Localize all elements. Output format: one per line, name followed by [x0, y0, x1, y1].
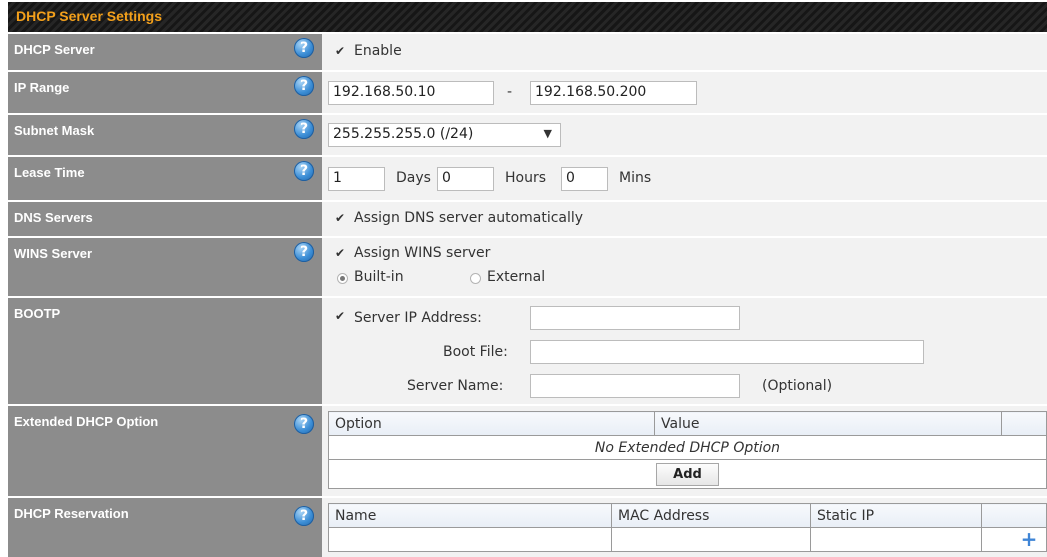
row-dhcp-server: DHCP Server ? ✔ Enable — [8, 32, 1047, 70]
help-icon[interactable]: ? — [294, 161, 314, 181]
dns-servers-label: DNS Servers — [14, 210, 93, 225]
add-extended-option-button[interactable]: Add — [656, 462, 719, 486]
subnet-mask-select[interactable]: 255.255.255.0 (/24) ▼ — [328, 123, 561, 147]
row-dns-servers: DNS Servers ✔ Assign DNS server automati… — [8, 200, 1047, 236]
lease-mins-input[interactable]: 0 — [561, 167, 608, 191]
lease-time-label: Lease Time — [14, 165, 85, 180]
dhcp-settings-panel: DHCP Server Settings DHCP Server ? ✔ Ena… — [8, 2, 1047, 557]
row-dhcp-reservation: DHCP Reservation ? Name MAC Address Stat… — [8, 496, 1047, 557]
wins-assign-checkbox[interactable]: ✔ — [334, 247, 346, 259]
dhcp-enable-checkbox[interactable]: ✔ — [334, 45, 346, 57]
lease-hours-input[interactable]: 0 — [437, 167, 494, 191]
column-header-name: Name — [328, 503, 612, 528]
help-icon[interactable]: ? — [294, 119, 314, 139]
wins-external-radio[interactable] — [470, 273, 481, 284]
dhcp-enable-label: Enable — [354, 43, 402, 59]
dhcp-server-label: DHCP Server — [14, 42, 95, 57]
subnet-mask-label: Subnet Mask — [14, 123, 95, 138]
ip-range-separator: - — [507, 84, 513, 100]
wins-server-label: WINS Server — [14, 246, 93, 261]
dhcp-reservation-table: Name MAC Address Static IP + — [328, 503, 1047, 552]
dns-auto-label: Assign DNS server automatically — [354, 210, 584, 226]
help-icon[interactable]: ? — [294, 38, 314, 58]
bootp-boot-file-input[interactable] — [530, 340, 924, 364]
row-lease-time: Lease Time ? 1 Days 0 Hours 0 Mins — [8, 155, 1047, 200]
ip-range-start-input[interactable]: 192.168.50.10 — [328, 81, 494, 105]
lease-hours-label: Hours — [505, 170, 547, 186]
help-icon[interactable]: ? — [294, 242, 314, 262]
wins-assign-label: Assign WINS server — [354, 245, 491, 261]
plus-icon[interactable]: + — [1018, 529, 1040, 549]
ip-range-label: IP Range — [14, 80, 70, 95]
dns-auto-checkbox[interactable]: ✔ — [334, 212, 346, 224]
bootp-label: BOOTP — [14, 306, 61, 321]
bootp-server-ip-input[interactable] — [530, 306, 740, 330]
section-title: DHCP Server Settings — [16, 8, 163, 24]
empty-table-message: No Extended DHCP Option — [328, 435, 1047, 460]
bootp-server-name-label: Server Name: — [407, 378, 504, 394]
bootp-checkbox[interactable]: ✔ — [334, 310, 346, 322]
bootp-boot-file-label: Boot File: — [443, 344, 508, 360]
row-bootp: BOOTP ✔ Server IP Address: Boot File: Se… — [8, 296, 1047, 404]
lease-mins-label: Mins — [619, 170, 652, 186]
bootp-server-ip-label: Server IP Address: — [354, 310, 482, 326]
column-header-value: Value — [654, 411, 1002, 436]
extended-dhcp-table: Option Value No Extended DHCP Option Add — [328, 411, 1047, 489]
row-wins-server: WINS Server ? ✔ Assign WINS server Built… — [8, 236, 1047, 296]
row-subnet-mask: Subnet Mask ? 255.255.255.0 (/24) ▼ — [8, 113, 1047, 155]
subnet-mask-value: 255.255.255.0 (/24) — [333, 126, 474, 142]
help-icon[interactable]: ? — [294, 414, 314, 434]
dropdown-arrow-icon: ▼ — [543, 127, 552, 140]
row-ip-range: IP Range ? 192.168.50.10 - 192.168.50.20… — [8, 70, 1047, 113]
column-header-option: Option — [328, 411, 655, 436]
dhcp-reservation-label: DHCP Reservation — [14, 506, 129, 521]
wins-external-label: External — [487, 269, 546, 285]
wins-builtin-label: Built-in — [354, 269, 404, 285]
lease-days-input[interactable]: 1 — [328, 167, 385, 191]
section-title-bar: DHCP Server Settings — [8, 2, 1047, 33]
lease-days-label: Days — [396, 170, 431, 186]
row-extended-dhcp: Extended DHCP Option ? Option Value No E… — [8, 404, 1047, 496]
column-header-mac: MAC Address — [611, 503, 811, 528]
bootp-server-name-input[interactable] — [530, 374, 740, 398]
wins-builtin-radio[interactable] — [337, 273, 348, 284]
column-header-static-ip: Static IP — [810, 503, 982, 528]
ip-range-end-input[interactable]: 192.168.50.200 — [530, 81, 697, 105]
extended-dhcp-label: Extended DHCP Option — [14, 414, 159, 429]
bootp-optional-label: (Optional) — [762, 378, 833, 394]
help-icon[interactable]: ? — [294, 76, 314, 96]
help-icon[interactable]: ? — [294, 506, 314, 526]
